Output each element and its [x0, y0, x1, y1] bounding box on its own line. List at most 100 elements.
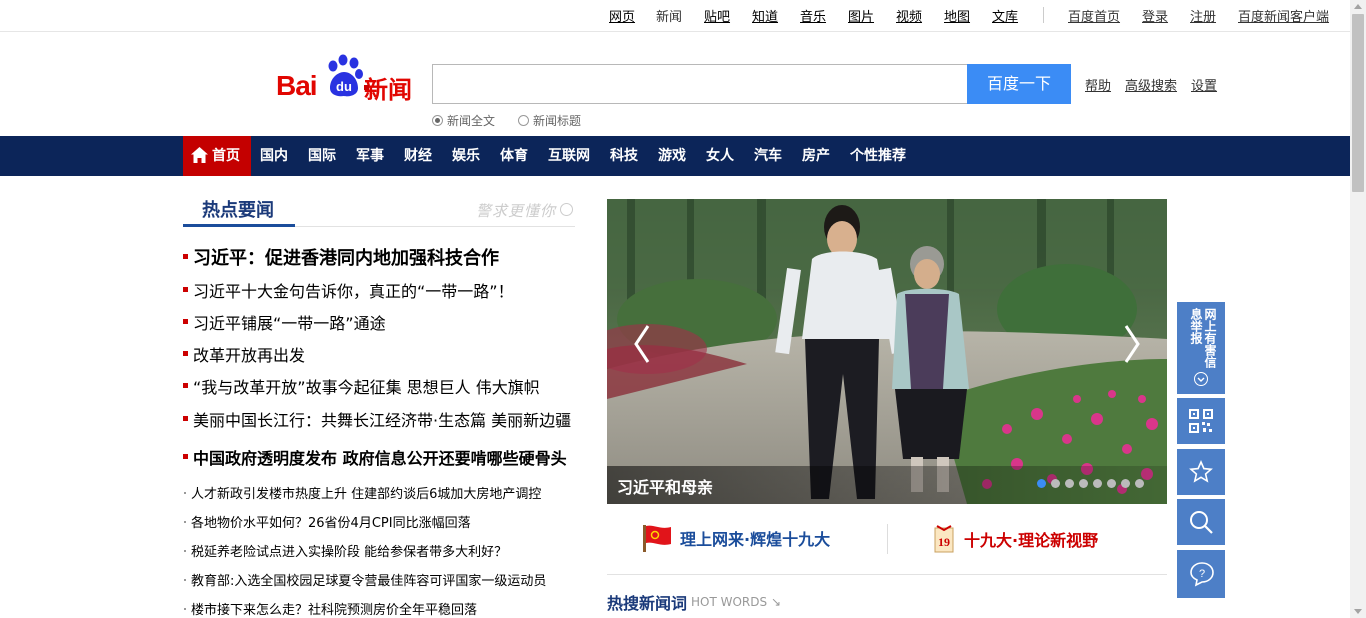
main-nav: 首页 国内 国际 军事 财经 娱乐 体育 互联网 科技 游戏 女人 汽车 房产 … [0, 136, 1350, 176]
slide-caption[interactable]: 习近平和母亲 [617, 474, 713, 498]
news-item-text[interactable]: 美丽中国长江行：共舞长江经济带·生态篇 美丽新边疆 [183, 411, 571, 430]
report-label: 网上有害信息举报 [1189, 308, 1217, 368]
login-link[interactable]: 登录 [1142, 6, 1168, 25]
news-client-link[interactable]: 百度新闻客户端 [1238, 6, 1329, 25]
home-icon [191, 147, 208, 163]
scroll-down-arrow-icon[interactable] [1354, 609, 1362, 614]
search-button[interactable]: 百度一下 [967, 64, 1071, 104]
topnav-zhidao[interactable]: 知道 [752, 6, 778, 25]
chat-question-icon: ? [1190, 562, 1214, 587]
topnav-map[interactable]: 地图 [944, 6, 970, 25]
slide-dot[interactable] [1037, 479, 1046, 488]
scroll-up-arrow-icon[interactable] [1354, 4, 1362, 9]
nav-games[interactable]: 游戏 [658, 136, 686, 176]
news-item-small[interactable]: 楼市接下来怎么走？社科院预测房价全年平稳回落 [183, 599, 477, 618]
topnav-images[interactable]: 图片 [848, 6, 874, 25]
news-item-text[interactable]: 习近平十大金句告诉你，真正的“一带一路”！ [183, 282, 514, 301]
chevron-down-icon [1194, 372, 1208, 386]
banner-nineteenth-congress[interactable]: 理上网来·辉煌十九大 [642, 524, 830, 556]
news-item-text[interactable]: “我与改革开放”故事今起征集 思想巨人 伟大旗帜 [183, 378, 540, 397]
slide-photo[interactable] [607, 199, 1167, 504]
topnav-tieba[interactable]: 贴吧 [704, 6, 730, 25]
topnav-web[interactable]: 网页 [609, 6, 635, 25]
favorite-button[interactable] [1177, 449, 1225, 495]
nav-finance[interactable]: 财经 [404, 136, 432, 176]
baidu-home-link[interactable]: 百度首页 [1068, 6, 1120, 25]
slide-next-arrow-icon[interactable] [1120, 322, 1144, 366]
news-item-small[interactable]: 各地物价水平如何？26省份4月CPI同比涨幅回落 [183, 512, 471, 531]
topnav-video[interactable]: 视频 [896, 6, 922, 25]
banner-theory[interactable]: 19 十九大·理论新视野 [933, 524, 1098, 556]
star-icon [1189, 460, 1213, 483]
topnav-wenku[interactable]: 文库 [992, 6, 1018, 25]
headline[interactable]: 习近平：促进香港同内地加强科技合作 [183, 244, 499, 270]
qr-code-button[interactable] [1177, 398, 1225, 444]
nav-realestate[interactable]: 房产 [802, 136, 830, 176]
radio-title-circle[interactable] [518, 115, 529, 126]
hot-underline [183, 224, 295, 227]
headline-text[interactable]: 中国政府透明度发布 政府信息公开还要啃哪些硬骨头 [183, 449, 567, 468]
slide-dot[interactable] [1093, 479, 1102, 488]
slide-prev-arrow-icon[interactable] [630, 322, 654, 366]
hot-news-title: 热点要闻 [202, 200, 274, 221]
headline[interactable]: 中国政府透明度发布 政府信息公开还要啃哪些硬骨头 [183, 445, 567, 469]
news-item[interactable]: 改革开放再出发 [183, 342, 305, 366]
register-link[interactable]: 注册 [1190, 6, 1216, 25]
baidu-news-logo[interactable]: Bai du 新闻 [276, 52, 416, 104]
nav-tech[interactable]: 科技 [610, 136, 638, 176]
news-item-small[interactable]: 教育部:入选全国校园足球夏令营最佳阵容可评国家一级运动员 [183, 570, 546, 589]
logo-bai: Bai [276, 70, 318, 101]
slogan: 警求更懂你 [476, 202, 557, 220]
slide-dot[interactable] [1107, 479, 1116, 488]
scrollbar[interactable] [1350, 0, 1366, 618]
nav-military[interactable]: 军事 [356, 136, 384, 176]
hot-search-subtitle-text: HOT WORDS [691, 595, 768, 609]
news-item[interactable]: 习近平十大金句告诉你，真正的“一带一路”！ [183, 278, 514, 302]
nav-auto[interactable]: 汽车 [754, 136, 782, 176]
news-item-small-text[interactable]: 教育部:入选全国校园足球夏令营最佳阵容可评国家一级运动员 [183, 574, 546, 589]
nav-domestic[interactable]: 国内 [260, 136, 288, 176]
nav-personal[interactable]: 个性推荐 [850, 136, 906, 176]
slide-dot[interactable] [1121, 479, 1130, 488]
news-item-small[interactable]: 税延养老险试点进入实操阶段 能给参保者带多大利好？ [183, 541, 507, 560]
news-item-small-text[interactable]: 人才新政引发楼市热度上升 住建部约谈后6城加大房地产调控 [183, 487, 541, 502]
slide-dot[interactable] [1065, 479, 1074, 488]
news-item-small-text[interactable]: 楼市接下来怎么走？社科院预测房价全年平稳回落 [183, 603, 477, 618]
news-item-small[interactable]: 人才新政引发楼市热度上升 住建部约谈后6城加大房地产调控 [183, 483, 541, 502]
svg-text:19: 19 [938, 535, 950, 549]
advanced-search-link[interactable]: 高级搜索 [1125, 75, 1177, 94]
nav-internet[interactable]: 互联网 [548, 136, 590, 176]
news-item[interactable]: “我与改革开放”故事今起征集 思想巨人 伟大旗帜 [183, 374, 540, 398]
top-bar: 网页 新闻 贴吧 知道 音乐 图片 视频 地图 文库 百度首页 登录 注册 百度… [0, 0, 1350, 32]
report-harmful-info-button[interactable]: 网上有害信息举报 [1177, 302, 1225, 394]
settings-link[interactable]: 设置 [1191, 75, 1217, 94]
search-icon [1190, 511, 1213, 534]
nav-entertainment[interactable]: 娱乐 [452, 136, 480, 176]
slide-dot[interactable] [1051, 479, 1060, 488]
slide-dot[interactable] [1135, 479, 1144, 488]
slogan-arrow-icon[interactable] [560, 203, 573, 216]
topnav-music[interactable]: 音乐 [800, 6, 826, 25]
search-input[interactable] [432, 64, 968, 104]
radio-fulltext[interactable]: 新闻全文 [432, 112, 495, 129]
feedback-button[interactable]: ? [1177, 550, 1225, 598]
news-item-small-text[interactable]: 税延养老险试点进入实操阶段 能给参保者带多大利好？ [183, 545, 507, 560]
nav-women[interactable]: 女人 [706, 136, 734, 176]
radio-title[interactable]: 新闻标题 [518, 112, 581, 129]
side-search-button[interactable] [1177, 499, 1225, 545]
top-divider [1043, 7, 1044, 23]
topnav-news[interactable]: 新闻 [656, 6, 682, 25]
nav-international[interactable]: 国际 [308, 136, 336, 176]
radio-fulltext-circle[interactable] [432, 115, 443, 126]
news-item-text[interactable]: 改革开放再出发 [183, 346, 305, 365]
headline-text[interactable]: 习近平：促进香港同内地加强科技合作 [183, 248, 499, 269]
nav-sports[interactable]: 体育 [500, 136, 528, 176]
help-link[interactable]: 帮助 [1085, 75, 1111, 94]
news-item-small-text[interactable]: 各地物价水平如何？26省份4月CPI同比涨幅回落 [183, 516, 471, 531]
news-item[interactable]: 美丽中国长江行：共舞长江经济带·生态篇 美丽新边疆 [183, 407, 571, 431]
nav-home[interactable]: 首页 [183, 136, 251, 176]
slide-dot[interactable] [1079, 479, 1088, 488]
news-item-text[interactable]: 习近平铺展“一带一路”通途 [183, 314, 386, 333]
news-item[interactable]: 习近平铺展“一带一路”通途 [183, 310, 386, 334]
scrollbar-thumb[interactable] [1352, 14, 1364, 192]
